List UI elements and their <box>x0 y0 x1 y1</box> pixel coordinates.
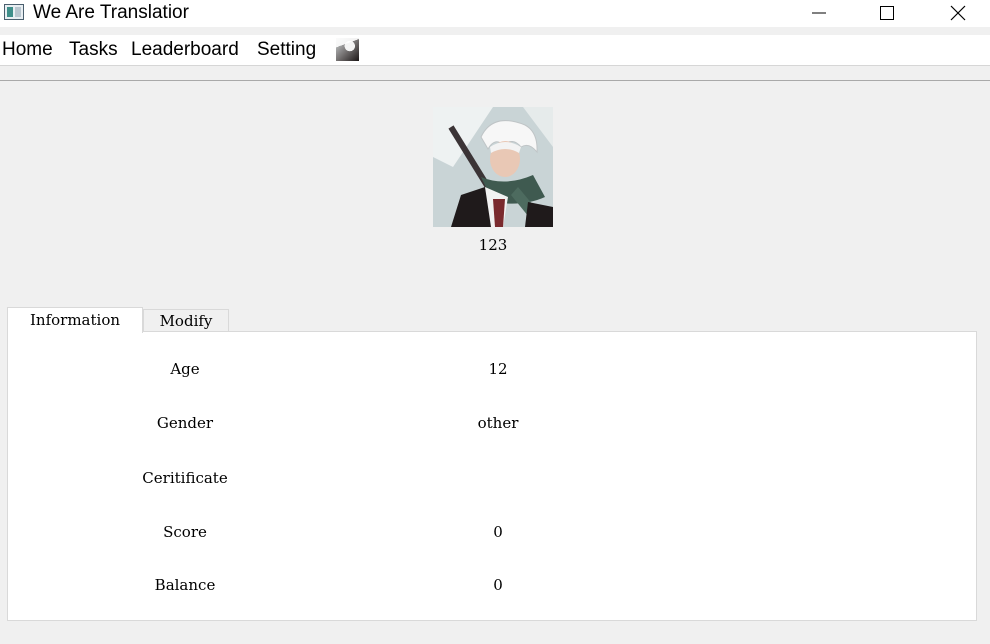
balance-label: Balance <box>154 576 216 594</box>
balance-value: 0 <box>493 576 503 594</box>
profile-avatar <box>433 107 553 227</box>
minimize-button[interactable] <box>796 0 842 27</box>
score-value: 0 <box>493 523 503 541</box>
menu-item-tasks[interactable]: Tasks <box>69 39 118 61</box>
age-value: 12 <box>488 360 508 378</box>
window-title: We Are Translatior <box>33 2 189 23</box>
menu-item-home[interactable]: Home <box>2 39 53 61</box>
age-label: Age <box>170 360 200 378</box>
gender-label: Gender <box>156 414 214 432</box>
certificate-label: Ceritificate <box>142 469 228 487</box>
minimize-icon <box>812 12 826 14</box>
tab-modify[interactable]: Modify <box>143 309 229 333</box>
close-button[interactable] <box>935 0 981 27</box>
app-icon <box>4 4 24 20</box>
title-bar: We Are Translatior <box>0 0 990 27</box>
maximize-icon <box>880 6 894 20</box>
menu-item-leaderboard[interactable]: Leaderboard <box>131 39 239 61</box>
score-label: Score <box>163 523 207 541</box>
content-divider <box>0 80 990 81</box>
tab-information[interactable]: Information <box>7 307 143 333</box>
avatar-illustration <box>433 107 553 227</box>
information-panel: Age 12 Gender other Ceritificate Score 0… <box>7 331 977 621</box>
menu-bar: Home Tasks Leaderboard Setting <box>0 35 990 65</box>
menu-item-setting[interactable]: Setting <box>257 39 316 61</box>
menu-avatar-icon[interactable] <box>336 38 359 61</box>
maximize-button[interactable] <box>864 0 910 27</box>
close-icon <box>950 5 966 21</box>
menu-divider <box>0 65 990 66</box>
gender-value: other <box>477 414 519 432</box>
profile-username: 123 <box>478 236 508 254</box>
